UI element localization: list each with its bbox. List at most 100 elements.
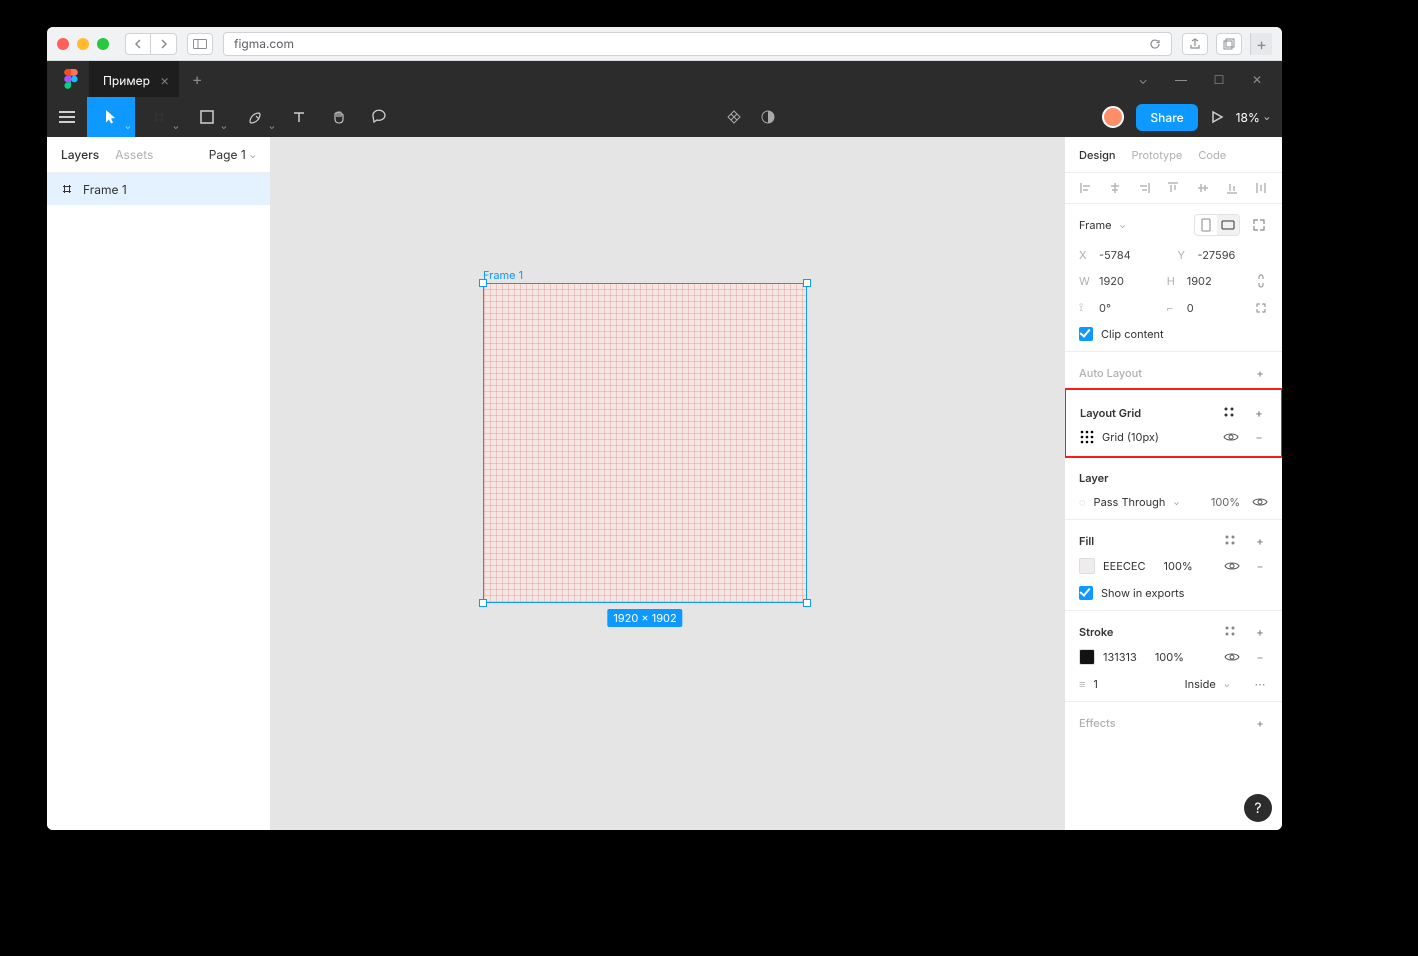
- grid-type-icon[interactable]: [1080, 430, 1094, 444]
- close-tab-icon[interactable]: ×: [160, 72, 169, 89]
- avatar[interactable]: [1102, 106, 1124, 128]
- tab-layers[interactable]: Layers: [61, 147, 99, 162]
- landscape-icon[interactable]: [1217, 215, 1239, 235]
- stroke-styles-icon[interactable]: [1224, 625, 1240, 639]
- minimize-window[interactable]: [77, 38, 89, 50]
- nav-back[interactable]: [125, 33, 151, 55]
- window-close-icon[interactable]: ✕: [1238, 72, 1276, 87]
- align-bottom-icon[interactable]: [1225, 181, 1239, 195]
- resize-handle-bl[interactable]: [479, 599, 487, 607]
- effects-add-icon[interactable]: +: [1252, 716, 1268, 730]
- stroke-swatch[interactable]: [1079, 649, 1095, 665]
- fill-styles-icon[interactable]: [1224, 534, 1240, 548]
- y-input[interactable]: -27596: [1198, 248, 1236, 262]
- tab-assets[interactable]: Assets: [115, 147, 153, 162]
- nav-forward[interactable]: [151, 33, 177, 55]
- comment-tool[interactable]: [359, 97, 399, 137]
- align-hcenter-icon[interactable]: [1108, 181, 1122, 195]
- radius-input[interactable]: 0: [1187, 301, 1194, 315]
- grid-visibility-icon[interactable]: [1223, 431, 1239, 443]
- layer-opacity[interactable]: 100%: [1211, 495, 1240, 509]
- fill-remove-icon[interactable]: −: [1252, 559, 1268, 573]
- text-tool[interactable]: [279, 97, 319, 137]
- window-minimize-icon[interactable]: —: [1162, 72, 1200, 87]
- stroke-more-icon[interactable]: ⋯: [1252, 677, 1268, 691]
- new-tab-button[interactable]: +: [1250, 33, 1272, 55]
- x-input[interactable]: -5784: [1099, 248, 1131, 262]
- fill-add-icon[interactable]: +: [1252, 534, 1268, 548]
- fill-swatch[interactable]: [1079, 558, 1095, 574]
- portrait-icon[interactable]: [1195, 215, 1217, 235]
- dimensions-badge: 1920 × 1902: [607, 609, 682, 627]
- tab-code[interactable]: Code: [1198, 148, 1226, 162]
- fill-opacity[interactable]: 100%: [1164, 559, 1193, 573]
- share-icon[interactable]: [1182, 33, 1208, 55]
- resize-handle-br[interactable]: [803, 599, 811, 607]
- frame-surface[interactable]: [483, 283, 807, 603]
- add-tab-button[interactable]: +: [179, 69, 215, 89]
- stroke-visibility-icon[interactable]: [1224, 651, 1240, 663]
- pen-tool[interactable]: ⌄: [231, 97, 279, 137]
- blend-mode[interactable]: Pass Through: [1094, 495, 1166, 509]
- file-tab[interactable]: Пример ×: [89, 61, 179, 97]
- stroke-opacity[interactable]: 100%: [1155, 650, 1184, 664]
- stroke-remove-icon[interactable]: −: [1252, 650, 1268, 664]
- stroke-hex[interactable]: 131313: [1103, 650, 1137, 664]
- grid-remove-icon[interactable]: −: [1251, 430, 1267, 444]
- clip-content-checkbox[interactable]: [1079, 327, 1093, 341]
- present-icon[interactable]: [1210, 110, 1224, 124]
- tabs-overview-icon[interactable]: [1216, 33, 1242, 55]
- resize-handle-tr[interactable]: [803, 279, 811, 287]
- chevron-down-icon[interactable]: ⌄: [1124, 72, 1162, 87]
- stroke-add-icon[interactable]: +: [1252, 625, 1268, 639]
- resize-handle-tl[interactable]: [479, 279, 487, 287]
- distribute-icon[interactable]: [1254, 181, 1268, 195]
- independent-corners-icon[interactable]: [1255, 302, 1269, 314]
- hand-tool[interactable]: [319, 97, 359, 137]
- constrain-proportions-icon[interactable]: [1255, 274, 1269, 288]
- stroke-align[interactable]: Inside: [1185, 677, 1216, 691]
- selected-frame[interactable]: Frame 1 1920 × 1902: [483, 283, 807, 603]
- frame-tool[interactable]: ⌄: [135, 97, 183, 137]
- w-input[interactable]: 1920: [1099, 274, 1124, 288]
- reload-icon[interactable]: [1149, 38, 1161, 50]
- orientation-segment[interactable]: [1194, 214, 1240, 236]
- zoom-selector[interactable]: 18%⌄: [1236, 110, 1270, 125]
- window-maximize-icon[interactable]: ☐: [1200, 72, 1238, 87]
- frame-title-label[interactable]: Frame 1: [483, 268, 523, 282]
- show-in-exports-checkbox[interactable]: [1079, 586, 1093, 600]
- align-vcenter-icon[interactable]: [1196, 181, 1210, 195]
- align-top-icon[interactable]: [1166, 181, 1180, 195]
- auto-layout-add-icon[interactable]: +: [1252, 366, 1268, 380]
- tab-prototype[interactable]: Prototype: [1132, 148, 1183, 162]
- sidebar-toggle-icon[interactable]: [187, 33, 213, 55]
- fill-hex[interactable]: EEECEC: [1103, 559, 1146, 573]
- layout-grid-styles-icon[interactable]: [1223, 406, 1239, 420]
- align-right-icon[interactable]: [1137, 181, 1151, 195]
- close-window[interactable]: [57, 38, 69, 50]
- resize-to-fit-icon[interactable]: [1252, 218, 1268, 232]
- align-left-icon[interactable]: [1079, 181, 1093, 195]
- move-tool[interactable]: ⌄: [87, 97, 135, 137]
- figma-home-icon[interactable]: [53, 61, 89, 97]
- tab-design[interactable]: Design: [1079, 148, 1116, 162]
- layer-row-frame1[interactable]: Frame 1: [47, 173, 270, 205]
- canvas[interactable]: Frame 1 1920 × 1902: [271, 137, 1064, 830]
- layout-grid-add-icon[interactable]: +: [1251, 406, 1267, 420]
- grid-item-label[interactable]: Grid (10px): [1102, 430, 1159, 444]
- share-button[interactable]: Share: [1136, 104, 1197, 131]
- main-menu-icon[interactable]: [47, 97, 87, 137]
- mask-icon[interactable]: [760, 109, 776, 125]
- page-selector[interactable]: Page 1⌄: [209, 147, 256, 162]
- frame-type[interactable]: Frame: [1079, 218, 1112, 232]
- shape-tool[interactable]: ⌄: [183, 97, 231, 137]
- url-bar[interactable]: figma.com: [223, 32, 1172, 56]
- help-button[interactable]: ?: [1244, 794, 1272, 822]
- rotation-input[interactable]: 0°: [1099, 301, 1111, 315]
- layer-visibility-icon[interactable]: [1252, 496, 1268, 508]
- stroke-weight[interactable]: 1: [1093, 677, 1097, 691]
- fill-visibility-icon[interactable]: [1224, 560, 1240, 572]
- component-icon[interactable]: [726, 109, 742, 125]
- h-input[interactable]: 1902: [1187, 274, 1212, 288]
- fullscreen-window[interactable]: [97, 38, 109, 50]
